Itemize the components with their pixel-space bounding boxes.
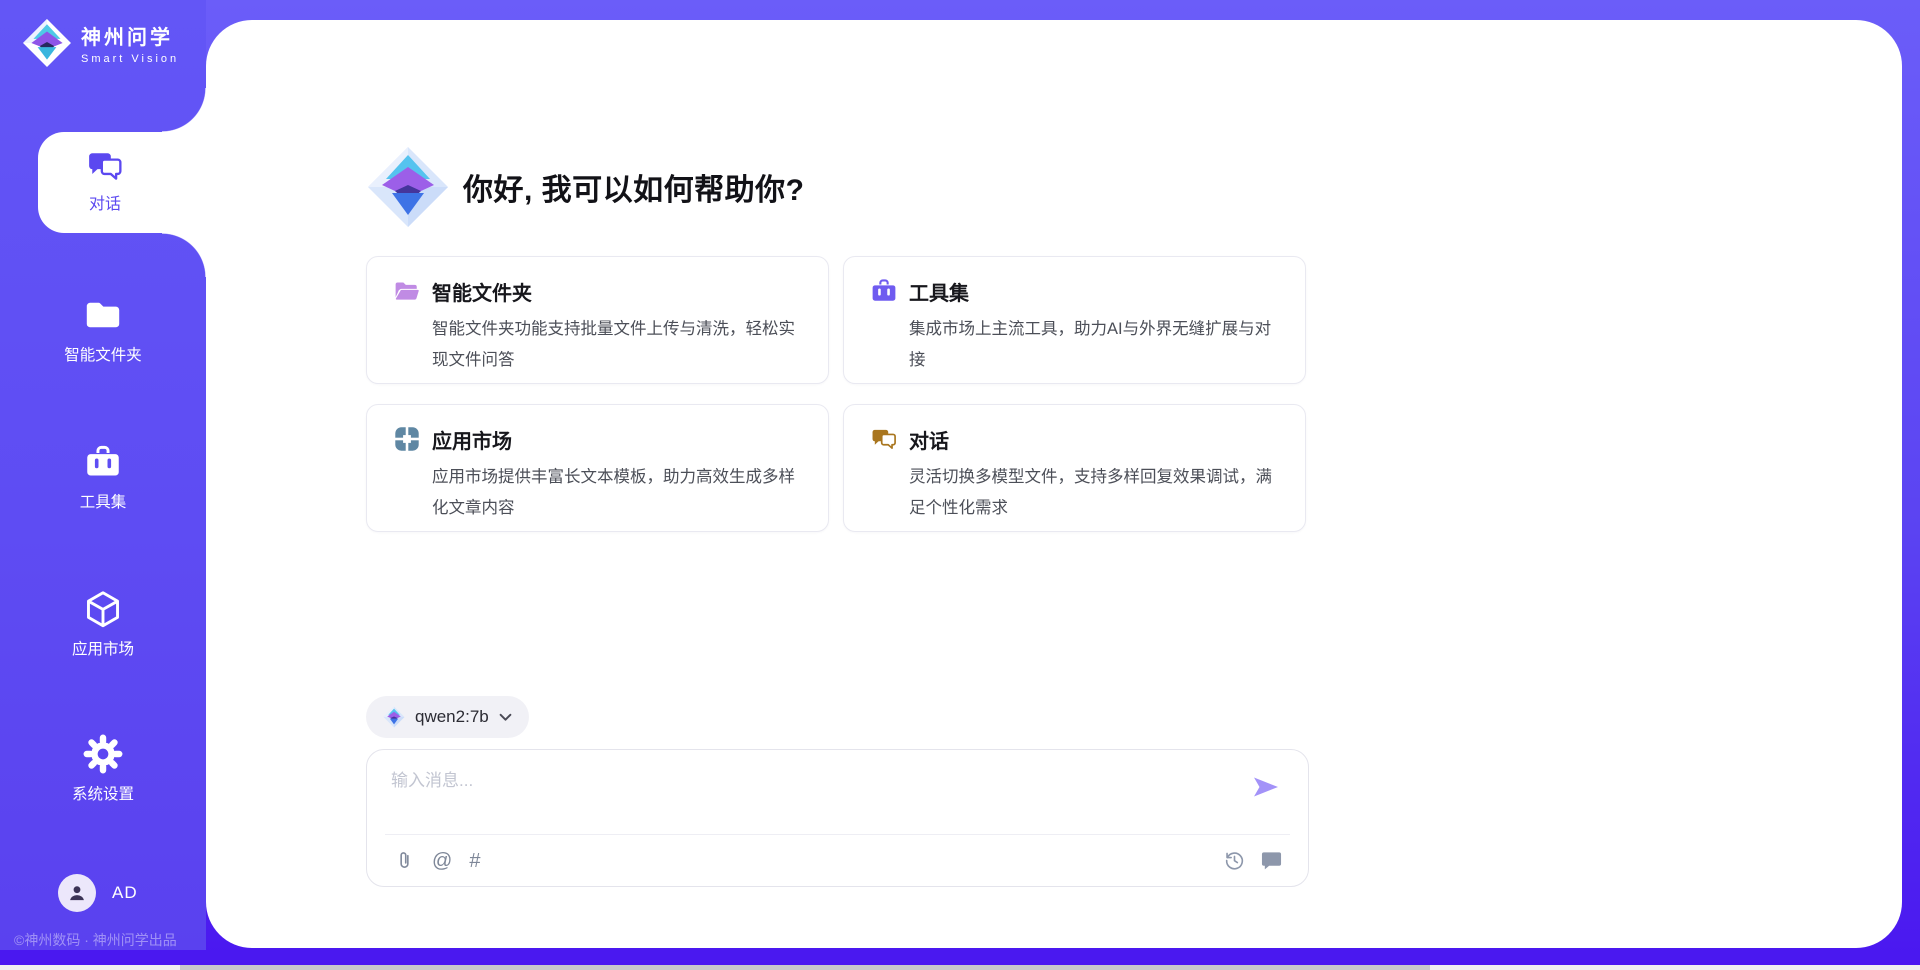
card-desc: 灵活切换多模型文件，支持多样回复效果调试，满足个性化需求	[909, 462, 1277, 524]
model-selector[interactable]: qwen2:7b	[366, 696, 529, 738]
hash-button[interactable]: #	[469, 851, 480, 871]
card-toolset[interactable]: 工具集 集成市场上主流工具，助力AI与外界无缝扩展与对接	[843, 256, 1306, 384]
history-button[interactable]	[1223, 850, 1245, 872]
greeting-row: 你好, 我可以如何帮助你?	[366, 145, 805, 229]
sidebar-item-label: 系统设置	[30, 782, 176, 804]
card-desc: 智能文件夹功能支持批量文件上传与清洗，轻松实现文件问答	[432, 314, 800, 376]
card-title: 智能文件夹	[432, 277, 532, 306]
person-icon	[66, 882, 88, 904]
send-icon	[1251, 772, 1281, 802]
card-title: 工具集	[909, 277, 969, 306]
app: 神州问学 Smart Vision 对话 智能文件夹 工具集 应用市场	[0, 0, 1920, 970]
sidebar-footer: ©神州数码 · 神州问学出品	[14, 930, 204, 950]
sidebar-item-folders[interactable]: 智能文件夹	[30, 294, 176, 365]
card-desc: 集成市场上主流工具，助力AI与外界无缝扩展与对接	[909, 314, 1277, 376]
sidebar-item-chat[interactable]: 对话	[38, 132, 206, 233]
brand-name-zh: 神州问学	[81, 21, 179, 50]
feedback-bubble-icon	[1261, 850, 1282, 871]
sidebar-item-label: 智能文件夹	[30, 343, 176, 365]
message-input[interactable]	[391, 766, 1191, 824]
chevron-down-icon	[499, 713, 512, 722]
feature-cards: 智能文件夹 智能文件夹功能支持批量文件上传与清洗，轻松实现文件问答 工具集 集成…	[366, 256, 1306, 532]
sidebar-item-tools[interactable]: 工具集	[30, 441, 176, 512]
diamond-logo-icon	[383, 706, 405, 728]
gear-icon	[83, 734, 123, 774]
card-title: 对话	[909, 425, 949, 454]
card-smart-folder[interactable]: 智能文件夹 智能文件夹功能支持批量文件上传与清洗，轻松实现文件问答	[366, 256, 829, 384]
sidebar-item-label: 应用市场	[30, 637, 176, 659]
chat-bubbles-icon	[871, 426, 897, 452]
sidebar-item-settings[interactable]: 系统设置	[30, 733, 176, 804]
attach-button[interactable]	[393, 850, 415, 872]
sidebar-item-label: 工具集	[30, 490, 176, 512]
paperclip-icon	[394, 850, 415, 871]
message-composer: @ #	[366, 749, 1309, 887]
diamond-logo-icon	[22, 18, 72, 68]
composer-toolbar: @ #	[385, 834, 1290, 886]
grid-icon	[394, 426, 420, 452]
history-icon	[1224, 850, 1245, 871]
folder-icon	[84, 299, 122, 331]
model-name: qwen2:7b	[415, 707, 489, 727]
user-initials: AD	[112, 883, 138, 903]
card-app-market[interactable]: 应用市场 应用市场提供丰富长文本模板，助力高效生成多样化文章内容	[366, 404, 829, 532]
diamond-logo-icon	[366, 145, 450, 229]
tab-fillet-bottom	[162, 233, 206, 277]
feedback-button[interactable]	[1260, 850, 1282, 872]
send-button[interactable]	[1250, 772, 1282, 804]
user-chip[interactable]: AD	[58, 874, 138, 912]
chat-bubbles-icon	[87, 151, 123, 181]
cube-icon	[85, 590, 121, 628]
brand-logo: 神州问学 Smart Vision	[22, 18, 179, 68]
mention-button[interactable]: @	[432, 851, 452, 871]
folder-open-icon	[394, 278, 420, 304]
brand-name-en: Smart Vision	[81, 53, 179, 65]
toolbox-icon	[871, 278, 897, 304]
card-title: 应用市场	[432, 425, 512, 454]
sidebar-item-label: 对话	[89, 190, 121, 214]
toolbox-icon	[85, 445, 121, 479]
horizontal-scrollbar-thumb[interactable]	[180, 965, 1430, 970]
greeting-text: 你好, 我可以如何帮助你?	[463, 165, 805, 209]
sidebar-item-apps[interactable]: 应用市场	[30, 588, 176, 659]
card-desc: 应用市场提供丰富长文本模板，助力高效生成多样化文章内容	[432, 462, 800, 524]
avatar	[58, 874, 96, 912]
tab-fillet-top	[162, 88, 206, 132]
card-chat[interactable]: 对话 灵活切换多模型文件，支持多样回复效果调试，满足个性化需求	[843, 404, 1306, 532]
